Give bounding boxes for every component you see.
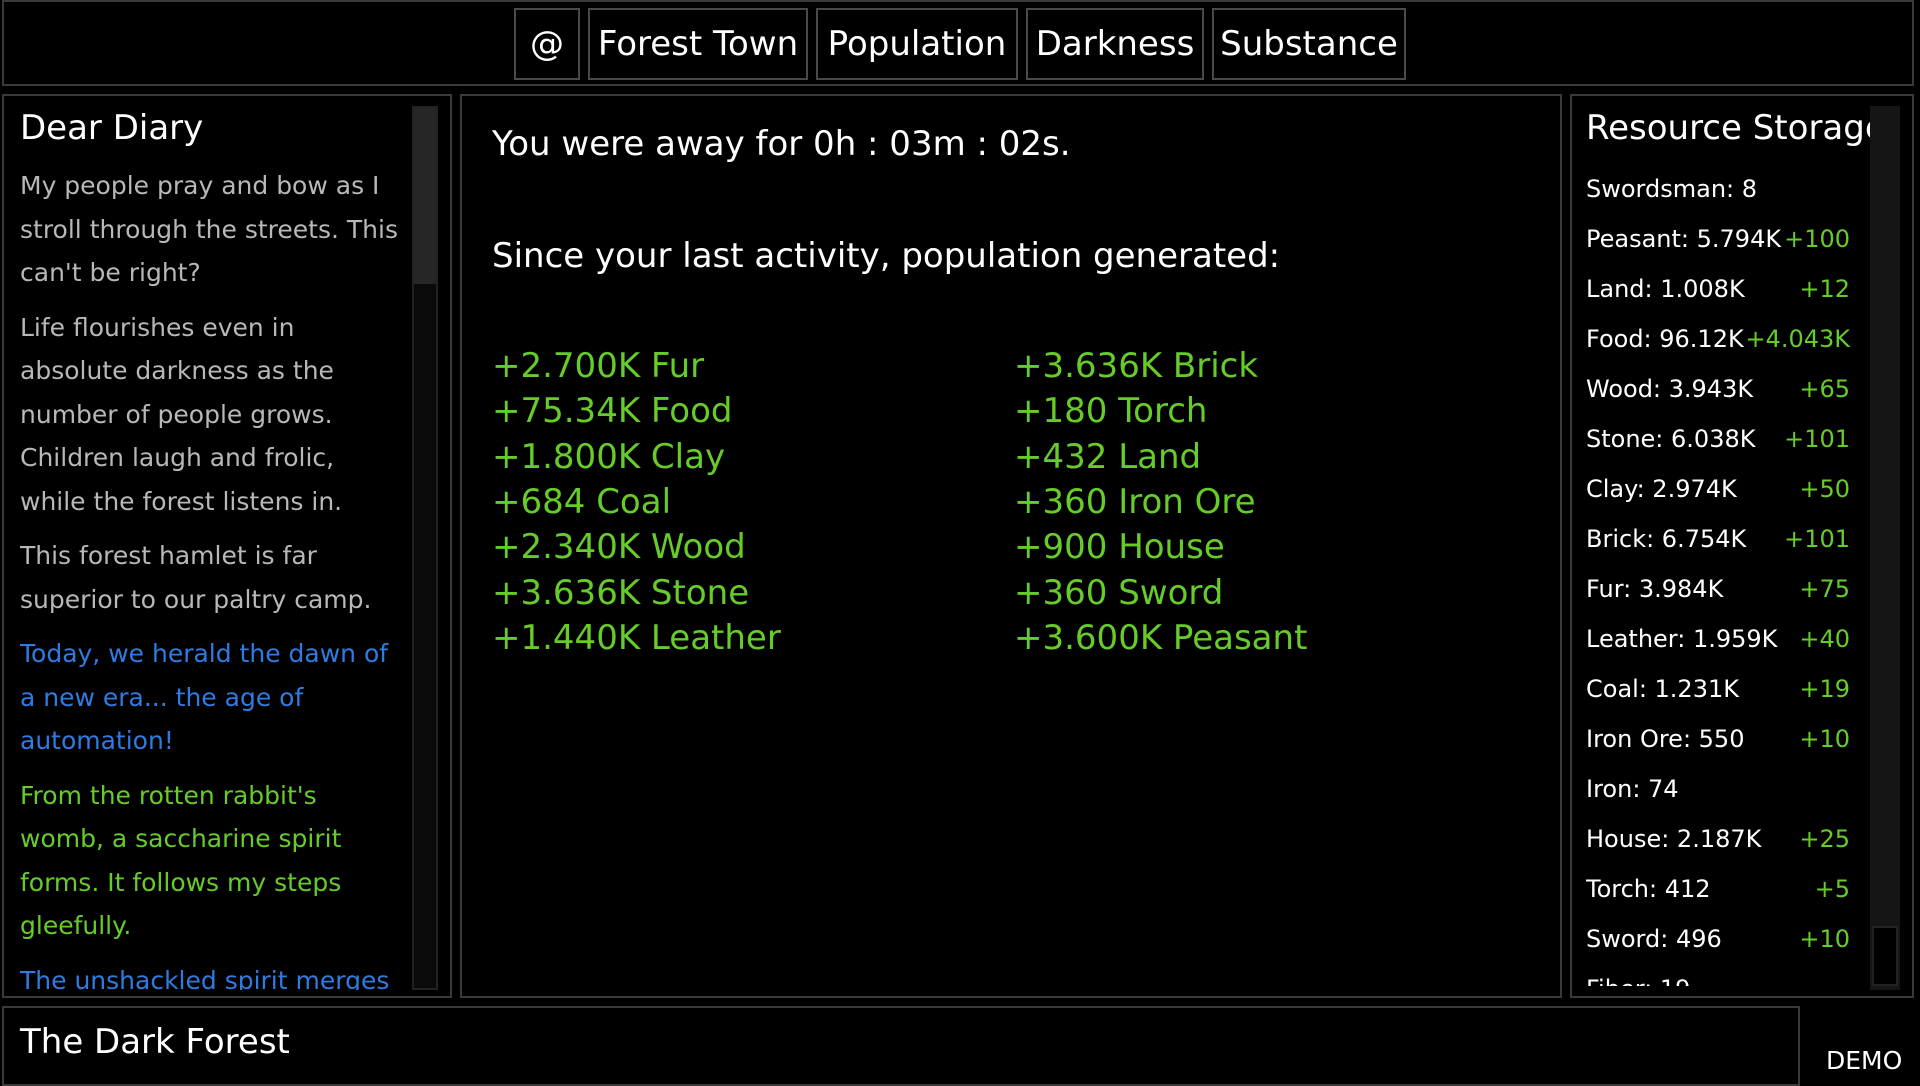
- tab-darkness[interactable]: Darkness: [1026, 8, 1204, 80]
- resource-amount: Sword: 496: [1586, 925, 1722, 953]
- resource-amount: Clay: 2.974K: [1586, 475, 1737, 503]
- tab-population[interactable]: Population: [816, 8, 1018, 80]
- resource-row: Swordsman: 8: [1586, 164, 1850, 214]
- tab-profile-at[interactable]: @: [514, 8, 580, 80]
- generated-item: +3.636K Stone: [492, 572, 750, 613]
- resource-rate: +101: [1784, 425, 1850, 453]
- resource-rate: +100: [1784, 225, 1850, 253]
- resource-row: Wood: 3.943K +65: [1586, 364, 1850, 414]
- resource-amount: Leather: 1.959K: [1586, 625, 1778, 653]
- generated-item: +3.600K Peasant: [1014, 617, 1308, 658]
- resource-rate: +10: [1799, 725, 1850, 753]
- tab-substance[interactable]: Substance: [1212, 8, 1406, 80]
- diary-entry: Life flourishes even in absolute darknes…: [20, 312, 343, 516]
- resource-amount: Food: 96.12K: [1586, 325, 1744, 353]
- generated-item: +432 Land: [1014, 436, 1202, 477]
- diary-entry: From the rotten rabbit's womb, a sacchar…: [20, 780, 342, 941]
- game-title: The Dark Forest: [20, 1022, 290, 1062]
- resource-rate: +19: [1799, 675, 1850, 703]
- resource-row: Leather: 1.959K +40: [1586, 614, 1850, 664]
- resource-rate: +25: [1799, 825, 1850, 853]
- footer-bar: The Dark Forest: [2, 1006, 1800, 1086]
- generated-item: +360 Iron Ore: [1014, 481, 1256, 522]
- resource-rate: +5: [1814, 875, 1850, 903]
- generated-item: +2.340K Wood: [492, 527, 746, 568]
- resource-amount: Fiber: 19: [1586, 975, 1690, 986]
- resource-row: Brick: 6.754K +101: [1586, 514, 1850, 564]
- resource-amount: Torch: 412: [1586, 875, 1711, 903]
- resource-amount: Coal: 1.231K: [1586, 675, 1739, 703]
- resource-rate: +12: [1799, 275, 1850, 303]
- storage-title: Resource Storage: [1586, 108, 1886, 148]
- generated-item: +1.800K Clay: [492, 436, 726, 477]
- storage-scrollbar-thumb[interactable]: [1872, 926, 1898, 986]
- resource-amount: Fur: 3.984K: [1586, 575, 1724, 603]
- resource-storage-panel: Resource Storage Swordsman: 8 Peasant: 5.…: [1570, 94, 1914, 998]
- resource-rate: +10: [1799, 925, 1850, 953]
- generated-item: +2.700K Fur: [492, 346, 705, 386]
- generated-item: +360 Sword: [1014, 572, 1224, 613]
- generated-item: +180 Torch: [1014, 391, 1208, 432]
- resource-amount: Iron: 74: [1586, 775, 1679, 803]
- resource-row: Iron Ore: 550 +10: [1586, 714, 1850, 764]
- diary-entry: My people pray and bow as I stroll throu…: [20, 171, 398, 287]
- resource-amount: Peasant: 5.794K: [1586, 225, 1782, 253]
- resource-row: Land: 1.008K +12: [1586, 264, 1850, 314]
- resource-rate: +75: [1799, 575, 1850, 603]
- resource-rate: +4.043K: [1745, 325, 1850, 353]
- resource-row: Fiber: 19: [1586, 964, 1850, 986]
- away-time-text: You were away for 0h : 03m : 02s.: [492, 124, 1071, 164]
- generated-item: +3.636K Brick: [1014, 346, 1259, 386]
- diary-title: Dear Diary: [20, 108, 204, 148]
- resource-rate: +40: [1799, 625, 1850, 653]
- resource-amount: Land: 1.008K: [1586, 275, 1745, 303]
- resource-row: Torch: 412 +5: [1586, 864, 1850, 914]
- offline-report-panel: You were away for 0h : 03m : 02s. Since …: [460, 94, 1562, 998]
- resource-rate: +101: [1784, 525, 1850, 553]
- resource-list: Swordsman: 8 Peasant: 5.794K +100 Land: 1.0…: [1586, 164, 1850, 986]
- generated-item: +900 House: [1014, 527, 1225, 568]
- resource-row: House: 2.187K +25: [1586, 814, 1850, 864]
- resource-rate: +65: [1799, 375, 1850, 403]
- resource-row: Fur: 3.984K +75: [1586, 564, 1850, 614]
- diary-entry: This forest hamlet is far superior to ou…: [20, 541, 372, 614]
- resource-row: Coal: 1.231K +19: [1586, 664, 1850, 714]
- resource-row: Stone: 6.038K +101: [1586, 414, 1850, 464]
- storage-scrollbar-track[interactable]: [1870, 106, 1900, 990]
- resource-amount: Iron Ore: 550: [1586, 725, 1745, 753]
- generated-heading: Since your last activity, population gen…: [492, 236, 1281, 276]
- generated-item: +75.34K Food: [492, 391, 733, 432]
- generated-item: +684 Coal: [492, 481, 672, 522]
- diary-entries: My people pray and bow as I stroll throu…: [20, 164, 400, 990]
- resource-amount: Wood: 3.943K: [1586, 375, 1754, 403]
- resource-amount: Swordsman: 8: [1586, 175, 1758, 203]
- generated-item: +1.440K Leather: [492, 617, 781, 658]
- resource-amount: Brick: 6.754K: [1586, 525, 1747, 553]
- resource-row: Peasant: 5.794K +100: [1586, 214, 1850, 264]
- resource-row: Sword: 496 +10: [1586, 914, 1850, 964]
- resource-row: Iron: 74: [1586, 764, 1850, 814]
- resource-row: Food: 96.12K +4.043K: [1586, 314, 1850, 364]
- resource-amount: Stone: 6.038K: [1586, 425, 1756, 453]
- resource-rate: +50: [1799, 475, 1850, 503]
- tab-forest-town[interactable]: Forest Town: [588, 8, 808, 80]
- top-nav-bar: @ Forest Town Population Darkness Substa…: [2, 0, 1914, 86]
- diary-panel: Dear Diary My people pray and bow as I s…: [2, 94, 452, 998]
- diary-entry: Today, we herald the dawn of a new era..…: [20, 639, 389, 755]
- diary-scrollbar-thumb[interactable]: [414, 108, 436, 284]
- resource-amount: House: 2.187K: [1586, 825, 1762, 853]
- diary-entry: The unshackled spirit merges with the sw…: [20, 965, 390, 991]
- resource-row: Clay: 2.974K +50: [1586, 464, 1850, 514]
- demo-label: DEMO: [1826, 1046, 1903, 1075]
